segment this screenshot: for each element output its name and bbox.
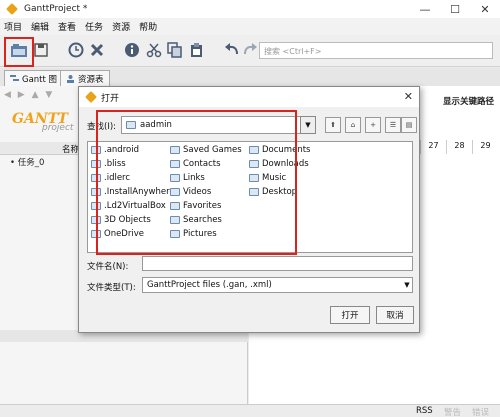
filename-label: 文件名(N):	[87, 262, 129, 272]
paste-icon	[191, 43, 202, 57]
chevron-down-icon[interactable]: ▼	[401, 277, 413, 293]
menu-view[interactable]: 查看	[58, 20, 76, 33]
minimize-button[interactable]: —	[410, 0, 440, 18]
window-title: GanttProject *	[24, 4, 88, 14]
undo-icon	[225, 43, 238, 55]
resources-icon	[67, 75, 74, 83]
tab-gantt[interactable]: Gantt 图	[4, 70, 64, 86]
info-icon	[125, 43, 139, 57]
maximize-button[interactable]: ☐	[440, 0, 470, 18]
gantt-icon	[10, 75, 19, 81]
close-window-button[interactable]: ✕	[470, 0, 500, 18]
details-view-button[interactable]: ▤	[401, 117, 417, 133]
up-one-level-button[interactable]: ⬆	[325, 117, 341, 133]
tree-expand-icon: •	[10, 158, 18, 168]
dialog-titlebar: 打开 ✕	[79, 87, 419, 107]
dialog-app-icon	[85, 91, 97, 103]
file-list-highlight	[96, 110, 297, 255]
menu-resources[interactable]: 资源	[112, 20, 130, 33]
warnings-link[interactable]: 警告	[444, 406, 461, 417]
day-label: 27	[420, 140, 446, 154]
cut-button[interactable]	[144, 40, 164, 60]
search-input[interactable]: 搜索 <Ctrl+F>	[259, 42, 493, 59]
app-logo-icon	[6, 3, 18, 15]
window-titlebar: GanttProject * — ☐ ✕	[0, 0, 500, 18]
view-tabs: Gantt 图 资源表	[0, 68, 500, 86]
new-folder-button[interactable]: +	[365, 117, 381, 133]
task-nav-arrows[interactable]: ◀ ▶ ▲ ▼	[4, 90, 54, 100]
history-button[interactable]	[66, 40, 86, 60]
rss-link[interactable]: RSS	[416, 406, 433, 416]
open-file-dialog: 打开 ✕ 查找(I): aadmin ▼ ⬆ ⌂ + ☰ ▤ .android …	[78, 86, 420, 333]
day-label: 28	[446, 140, 472, 154]
critical-path-button[interactable]: 显示关键路径	[443, 95, 494, 107]
timeline-days: 27 28 29	[420, 140, 500, 154]
redo-icon	[244, 43, 257, 55]
undo-button[interactable]	[222, 40, 242, 60]
dialog-close-button[interactable]: ✕	[404, 90, 413, 103]
scissors-icon	[146, 43, 162, 58]
menu-tasks[interactable]: 任务	[85, 20, 103, 33]
list-view-button[interactable]: ☰	[385, 117, 401, 133]
paste-button[interactable]	[187, 40, 207, 60]
tab-gantt-label: Gantt 图	[22, 74, 58, 85]
save-button[interactable]	[31, 40, 51, 60]
errors-link[interactable]: 错误	[472, 406, 489, 417]
open-button[interactable]: 打开	[330, 306, 370, 324]
clock-icon	[68, 42, 84, 58]
cancel-button[interactable]: 取消	[376, 306, 414, 324]
tab-resources-label: 资源表	[78, 74, 104, 85]
day-label: 29	[472, 140, 498, 154]
copy-button[interactable]	[165, 40, 185, 60]
delete-button[interactable]	[87, 40, 107, 60]
delete-x-icon	[90, 43, 104, 57]
column-name-header[interactable]: 名称	[62, 143, 79, 155]
open-button-highlight	[4, 37, 34, 67]
menu-project[interactable]: 项目	[4, 20, 22, 33]
dialog-title: 打开	[101, 93, 120, 104]
task-row[interactable]: • 任务_0	[10, 156, 44, 168]
task-name: 任务_0	[17, 158, 45, 168]
redo-button[interactable]	[240, 40, 260, 60]
menu-edit[interactable]: 编辑	[31, 20, 49, 33]
chevron-down-icon[interactable]: ▼	[300, 116, 316, 134]
menu-bar: 项目 编辑 查看 任务 资源 帮助	[0, 18, 500, 35]
copy-icon	[167, 42, 182, 58]
filetype-select[interactable]: GanttProject files (.gan, .xml)	[142, 277, 413, 293]
save-icon	[34, 43, 48, 57]
gantt-logo-sub: project	[42, 123, 74, 133]
home-button[interactable]: ⌂	[345, 117, 361, 133]
filename-input[interactable]	[142, 256, 413, 271]
window-controls: — ☐ ✕	[410, 0, 500, 18]
properties-button[interactable]	[122, 40, 142, 60]
tab-resources[interactable]: 资源表	[60, 70, 110, 86]
menu-help[interactable]: 帮助	[139, 20, 157, 33]
filetype-label: 文件类型(T):	[87, 283, 136, 293]
